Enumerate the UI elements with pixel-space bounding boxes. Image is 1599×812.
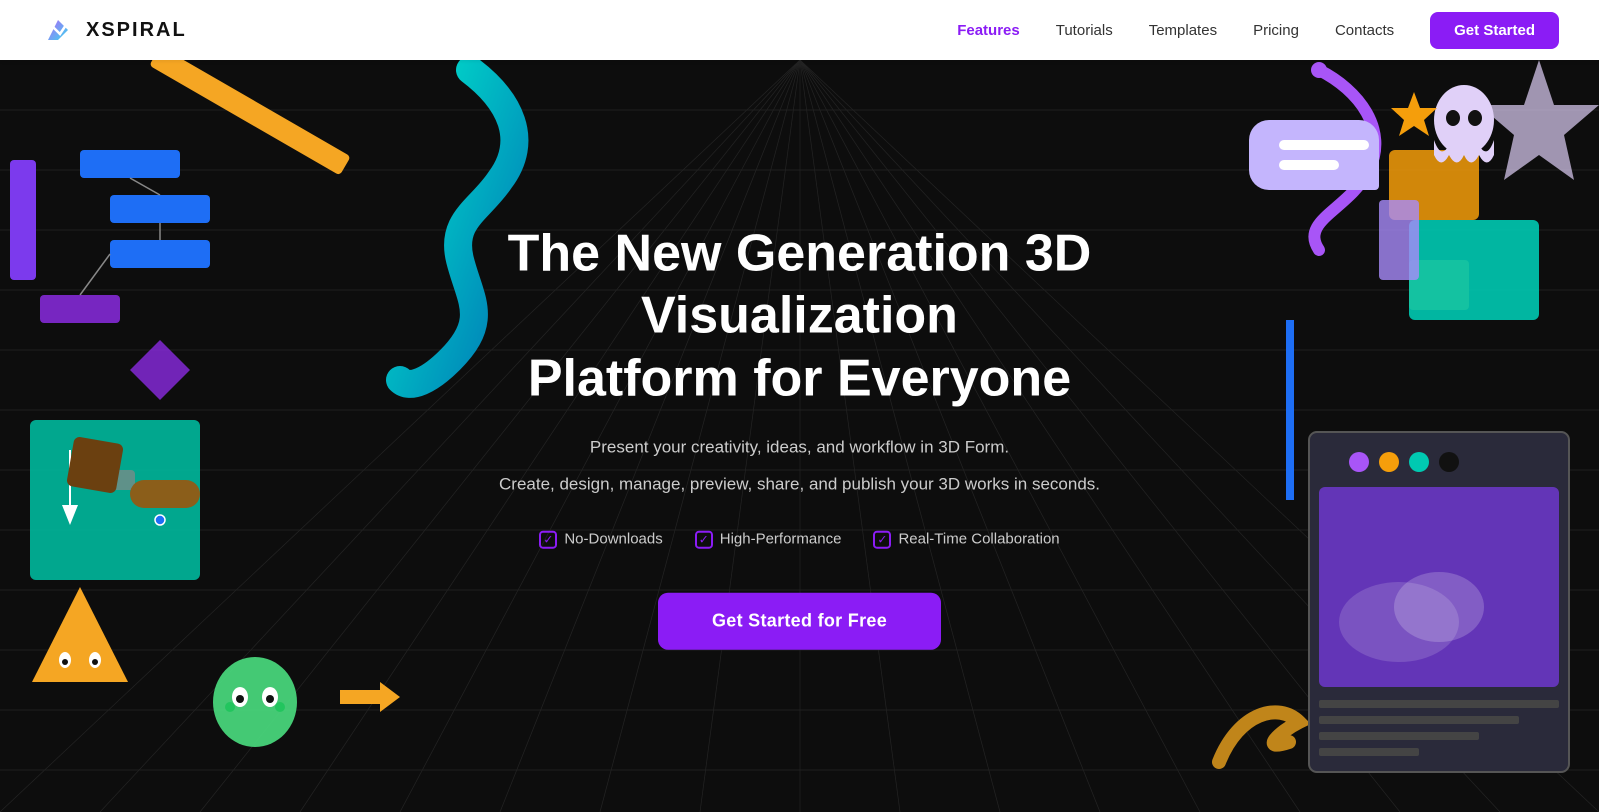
ghost-deco [1429, 80, 1499, 170]
yellow-arrow-deco [340, 682, 400, 712]
nav-templates[interactable]: Templates [1149, 22, 1217, 39]
orange-swirl-deco [1209, 692, 1309, 772]
hero-title: The New Generation 3D Visualization Plat… [410, 223, 1190, 410]
nav-links: Features Tutorials Templates Pricing Con… [957, 12, 1559, 49]
get-started-free-button[interactable]: Get Started for Free [658, 592, 941, 649]
flowchart-deco [30, 140, 290, 600]
device-mockup-deco [1299, 422, 1579, 782]
logo[interactable]: XSPIRAL [40, 12, 187, 48]
check-icon-3: ✓ [873, 530, 891, 548]
blob-character-deco [210, 652, 300, 752]
navbar: XSPIRAL Features Tutorials Templates Pri… [0, 0, 1599, 60]
hero-badges: ✓ No-Downloads ✓ High-Performance ✓ Real… [410, 530, 1190, 548]
hero-subtitle2: Create, design, manage, preview, share, … [410, 471, 1190, 498]
brown-square-deco [66, 436, 124, 494]
hero-subtitle1: Present your creativity, ideas, and work… [410, 434, 1190, 461]
hero-section: The New Generation 3D Visualization Plat… [0, 60, 1599, 812]
nav-tutorials[interactable]: Tutorials [1056, 22, 1113, 39]
nav-features[interactable]: Features [957, 22, 1020, 39]
chat-line2 [1279, 160, 1339, 170]
nav-pricing[interactable]: Pricing [1253, 22, 1299, 39]
star-deco [1389, 90, 1439, 140]
logo-icon [40, 12, 76, 48]
blue-bar-deco [1286, 320, 1294, 500]
check-icon-1: ✓ [539, 530, 557, 548]
badge-no-downloads: ✓ No-Downloads [539, 530, 662, 548]
nav-contacts[interactable]: Contacts [1335, 22, 1394, 39]
logo-text: XSPIRAL [86, 19, 187, 42]
chat-line1 [1279, 140, 1369, 150]
badge-high-performance: ✓ High-Performance [695, 530, 842, 548]
chat-bubble-deco [1249, 120, 1379, 190]
brown-pill-deco [130, 480, 200, 508]
hero-content: The New Generation 3D Visualization Plat… [410, 223, 1190, 650]
triangle-character-deco [30, 582, 130, 692]
check-icon-2: ✓ [695, 530, 713, 548]
nav-cta-button[interactable]: Get Started [1430, 12, 1559, 49]
teal-rect-right-deco [1409, 220, 1539, 320]
badge-realtime-collab: ✓ Real-Time Collaboration [873, 530, 1059, 548]
